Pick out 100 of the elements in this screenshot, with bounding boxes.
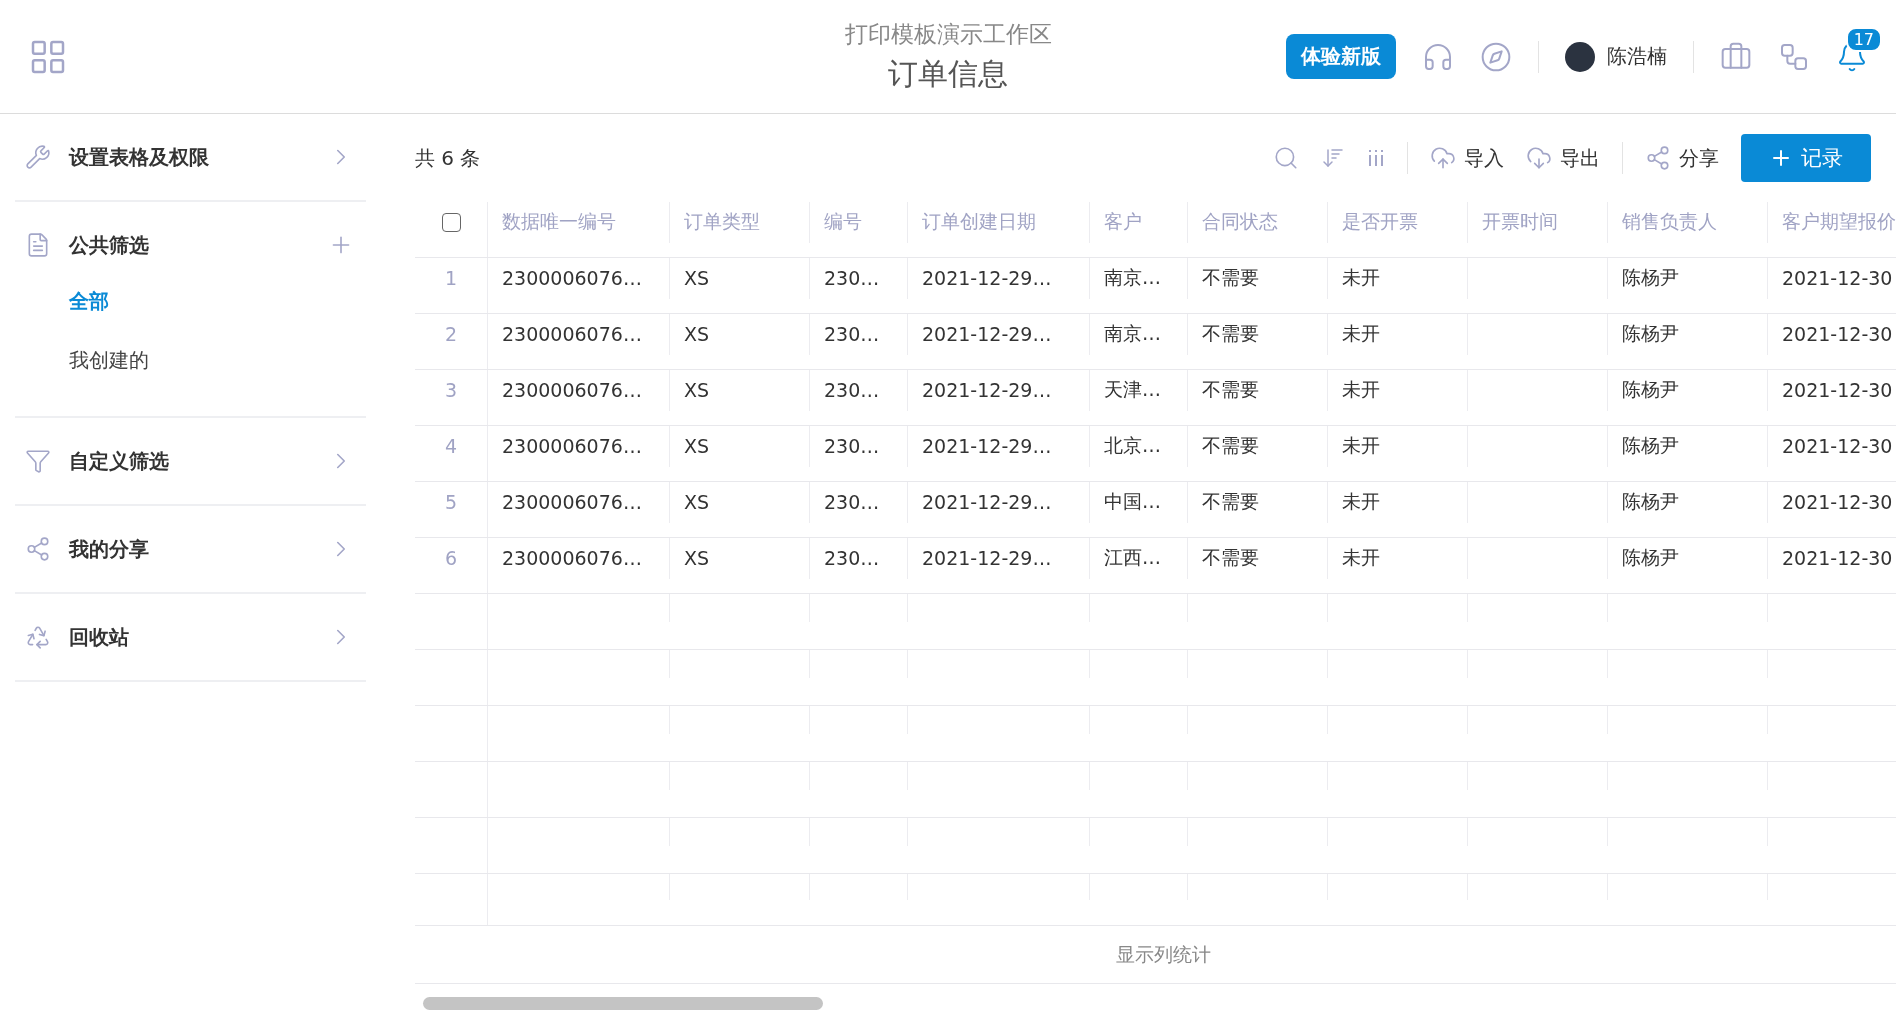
sidebar-section-title[interactable]: 公共筛选 bbox=[69, 231, 310, 259]
column-header[interactable]: 数据唯一编号 bbox=[488, 202, 670, 243]
table-cell: 2021-12-29… bbox=[908, 482, 1090, 523]
table-cell: 2021-12-29… bbox=[908, 258, 1090, 299]
table-cell: 2021-12-30 bbox=[1768, 426, 1896, 467]
row-number: 1 bbox=[415, 258, 488, 299]
user-name[interactable]: 陈浩楠 bbox=[1607, 43, 1667, 70]
compass-icon[interactable] bbox=[1480, 40, 1512, 73]
workspace-name: 打印模板演示工作区 bbox=[844, 19, 1052, 49]
share-button[interactable]: 分享 bbox=[1645, 144, 1719, 172]
column-header[interactable]: 客户期望报价 bbox=[1768, 202, 1896, 243]
table-cell: XS bbox=[670, 258, 810, 299]
sidebar-section-title[interactable]: 我的分享 bbox=[69, 535, 310, 563]
table-cell: 2021-12-29… bbox=[908, 370, 1090, 411]
select-all-checkbox[interactable] bbox=[441, 212, 461, 232]
column-header[interactable]: 客户 bbox=[1090, 202, 1188, 243]
table-cell: 不需要 bbox=[1188, 538, 1328, 579]
table-cell: 2300006076… bbox=[488, 258, 670, 299]
search-icon[interactable] bbox=[1273, 145, 1299, 171]
record-count: 共 6 条 bbox=[415, 144, 482, 172]
share-icon bbox=[25, 536, 51, 562]
row-number: 2 bbox=[415, 314, 488, 355]
sidebar-section-title[interactable]: 设置表格及权限 bbox=[69, 143, 310, 171]
share-icon bbox=[1645, 145, 1671, 171]
column-header[interactable]: 订单类型 bbox=[670, 202, 810, 243]
column-header[interactable]: 合同状态 bbox=[1188, 202, 1328, 243]
column-header[interactable]: 是否开票 bbox=[1328, 202, 1468, 243]
table-cell: 230… bbox=[810, 314, 908, 355]
table-cell: 230… bbox=[810, 426, 908, 467]
row-number: 3 bbox=[415, 370, 488, 411]
table-cell: 230… bbox=[810, 538, 908, 579]
table-cell: 2021-12-30 bbox=[1768, 538, 1896, 579]
filter-item[interactable]: 我创建的 bbox=[15, 335, 366, 386]
table-cell: 2300006076… bbox=[488, 314, 670, 355]
table-cell: 天津… bbox=[1090, 370, 1188, 411]
table-cell: 2300006076… bbox=[488, 538, 670, 579]
row-number: 6 bbox=[415, 538, 488, 579]
table-cell: 不需要 bbox=[1188, 314, 1328, 355]
table-cell: XS bbox=[670, 482, 810, 523]
table-cell: XS bbox=[670, 426, 810, 467]
column-header[interactable]: 编号 bbox=[810, 202, 908, 243]
columns-icon[interactable] bbox=[1367, 148, 1385, 168]
table-cell: 2021-12-30 bbox=[1768, 258, 1896, 299]
table-cell: 陈杨尹 bbox=[1608, 538, 1768, 579]
cloud-upload-icon bbox=[1430, 145, 1456, 171]
table-cell: XS bbox=[670, 314, 810, 355]
table-cell: 中国… bbox=[1090, 482, 1188, 523]
table-cell: 未开 bbox=[1328, 426, 1468, 467]
table-cell: 2021-12-30 bbox=[1768, 370, 1896, 411]
column-header[interactable]: 开票时间 bbox=[1468, 202, 1608, 243]
filter-icon bbox=[25, 448, 51, 474]
table-cell: 不需要 bbox=[1188, 258, 1328, 299]
table-cell: 南京… bbox=[1090, 314, 1188, 355]
table-cell: 2021-12-29… bbox=[908, 314, 1090, 355]
table-cell: 江西… bbox=[1090, 538, 1188, 579]
user-avatar[interactable] bbox=[1565, 41, 1595, 72]
table-cell: 2021-12-29… bbox=[908, 426, 1090, 467]
table-cell: 2021-12-30 bbox=[1768, 482, 1896, 523]
column-stats-link[interactable]: 显示列统计 bbox=[1115, 941, 1211, 968]
table-cell: 陈杨尹 bbox=[1608, 370, 1768, 411]
table-cell: 陈杨尹 bbox=[1608, 482, 1768, 523]
table-cell: 不需要 bbox=[1188, 482, 1328, 523]
import-button[interactable]: 导入 bbox=[1430, 144, 1504, 172]
table-cell: 2300006076… bbox=[488, 426, 670, 467]
table-cell: 陈杨尹 bbox=[1608, 314, 1768, 355]
table-cell: 北京… bbox=[1090, 426, 1188, 467]
recycle-icon bbox=[25, 624, 51, 650]
table-cell: 230… bbox=[810, 370, 908, 411]
export-button[interactable]: 导出 bbox=[1526, 144, 1600, 172]
add-record-button[interactable]: 记录 bbox=[1741, 134, 1871, 182]
table-cell: 未开 bbox=[1328, 538, 1468, 579]
table-cell: 不需要 bbox=[1188, 426, 1328, 467]
new-version-button[interactable]: 体验新版 bbox=[1286, 34, 1396, 79]
table-cell: 不需要 bbox=[1188, 370, 1328, 411]
notification-count: 17 bbox=[1845, 26, 1882, 52]
row-number: 4 bbox=[415, 426, 488, 467]
table-cell: 2300006076… bbox=[488, 482, 670, 523]
sidebar-section-title[interactable]: 自定义筛选 bbox=[69, 447, 310, 475]
sidebar-section-title[interactable]: 回收站 bbox=[69, 623, 310, 651]
horizontal-scrollbar[interactable] bbox=[423, 996, 823, 1010]
table-cell: 未开 bbox=[1328, 258, 1468, 299]
table-cell: 南京… bbox=[1090, 258, 1188, 299]
table-cell: 230… bbox=[810, 482, 908, 523]
table-cell: 2021-12-30 bbox=[1768, 314, 1896, 355]
table-cell: 未开 bbox=[1328, 314, 1468, 355]
table-cell: 未开 bbox=[1328, 370, 1468, 411]
page-title: 订单信息 bbox=[888, 54, 1008, 93]
filter-item[interactable]: 全部 bbox=[15, 276, 366, 327]
sort-icon[interactable] bbox=[1321, 146, 1345, 170]
table-cell: 陈杨尹 bbox=[1608, 258, 1768, 299]
column-header[interactable]: 订单创建日期 bbox=[908, 202, 1090, 243]
table-cell: 未开 bbox=[1328, 482, 1468, 523]
table-cell: 陈杨尹 bbox=[1608, 426, 1768, 467]
table-cell: 230… bbox=[810, 258, 908, 299]
table-cell: 2300006076… bbox=[488, 370, 670, 411]
wrench-icon bbox=[25, 144, 51, 170]
table-cell: 2021-12-29… bbox=[908, 538, 1090, 579]
table-cell: XS bbox=[670, 538, 810, 579]
column-header[interactable]: 销售负责人 bbox=[1608, 202, 1768, 243]
row-number: 5 bbox=[415, 482, 488, 523]
